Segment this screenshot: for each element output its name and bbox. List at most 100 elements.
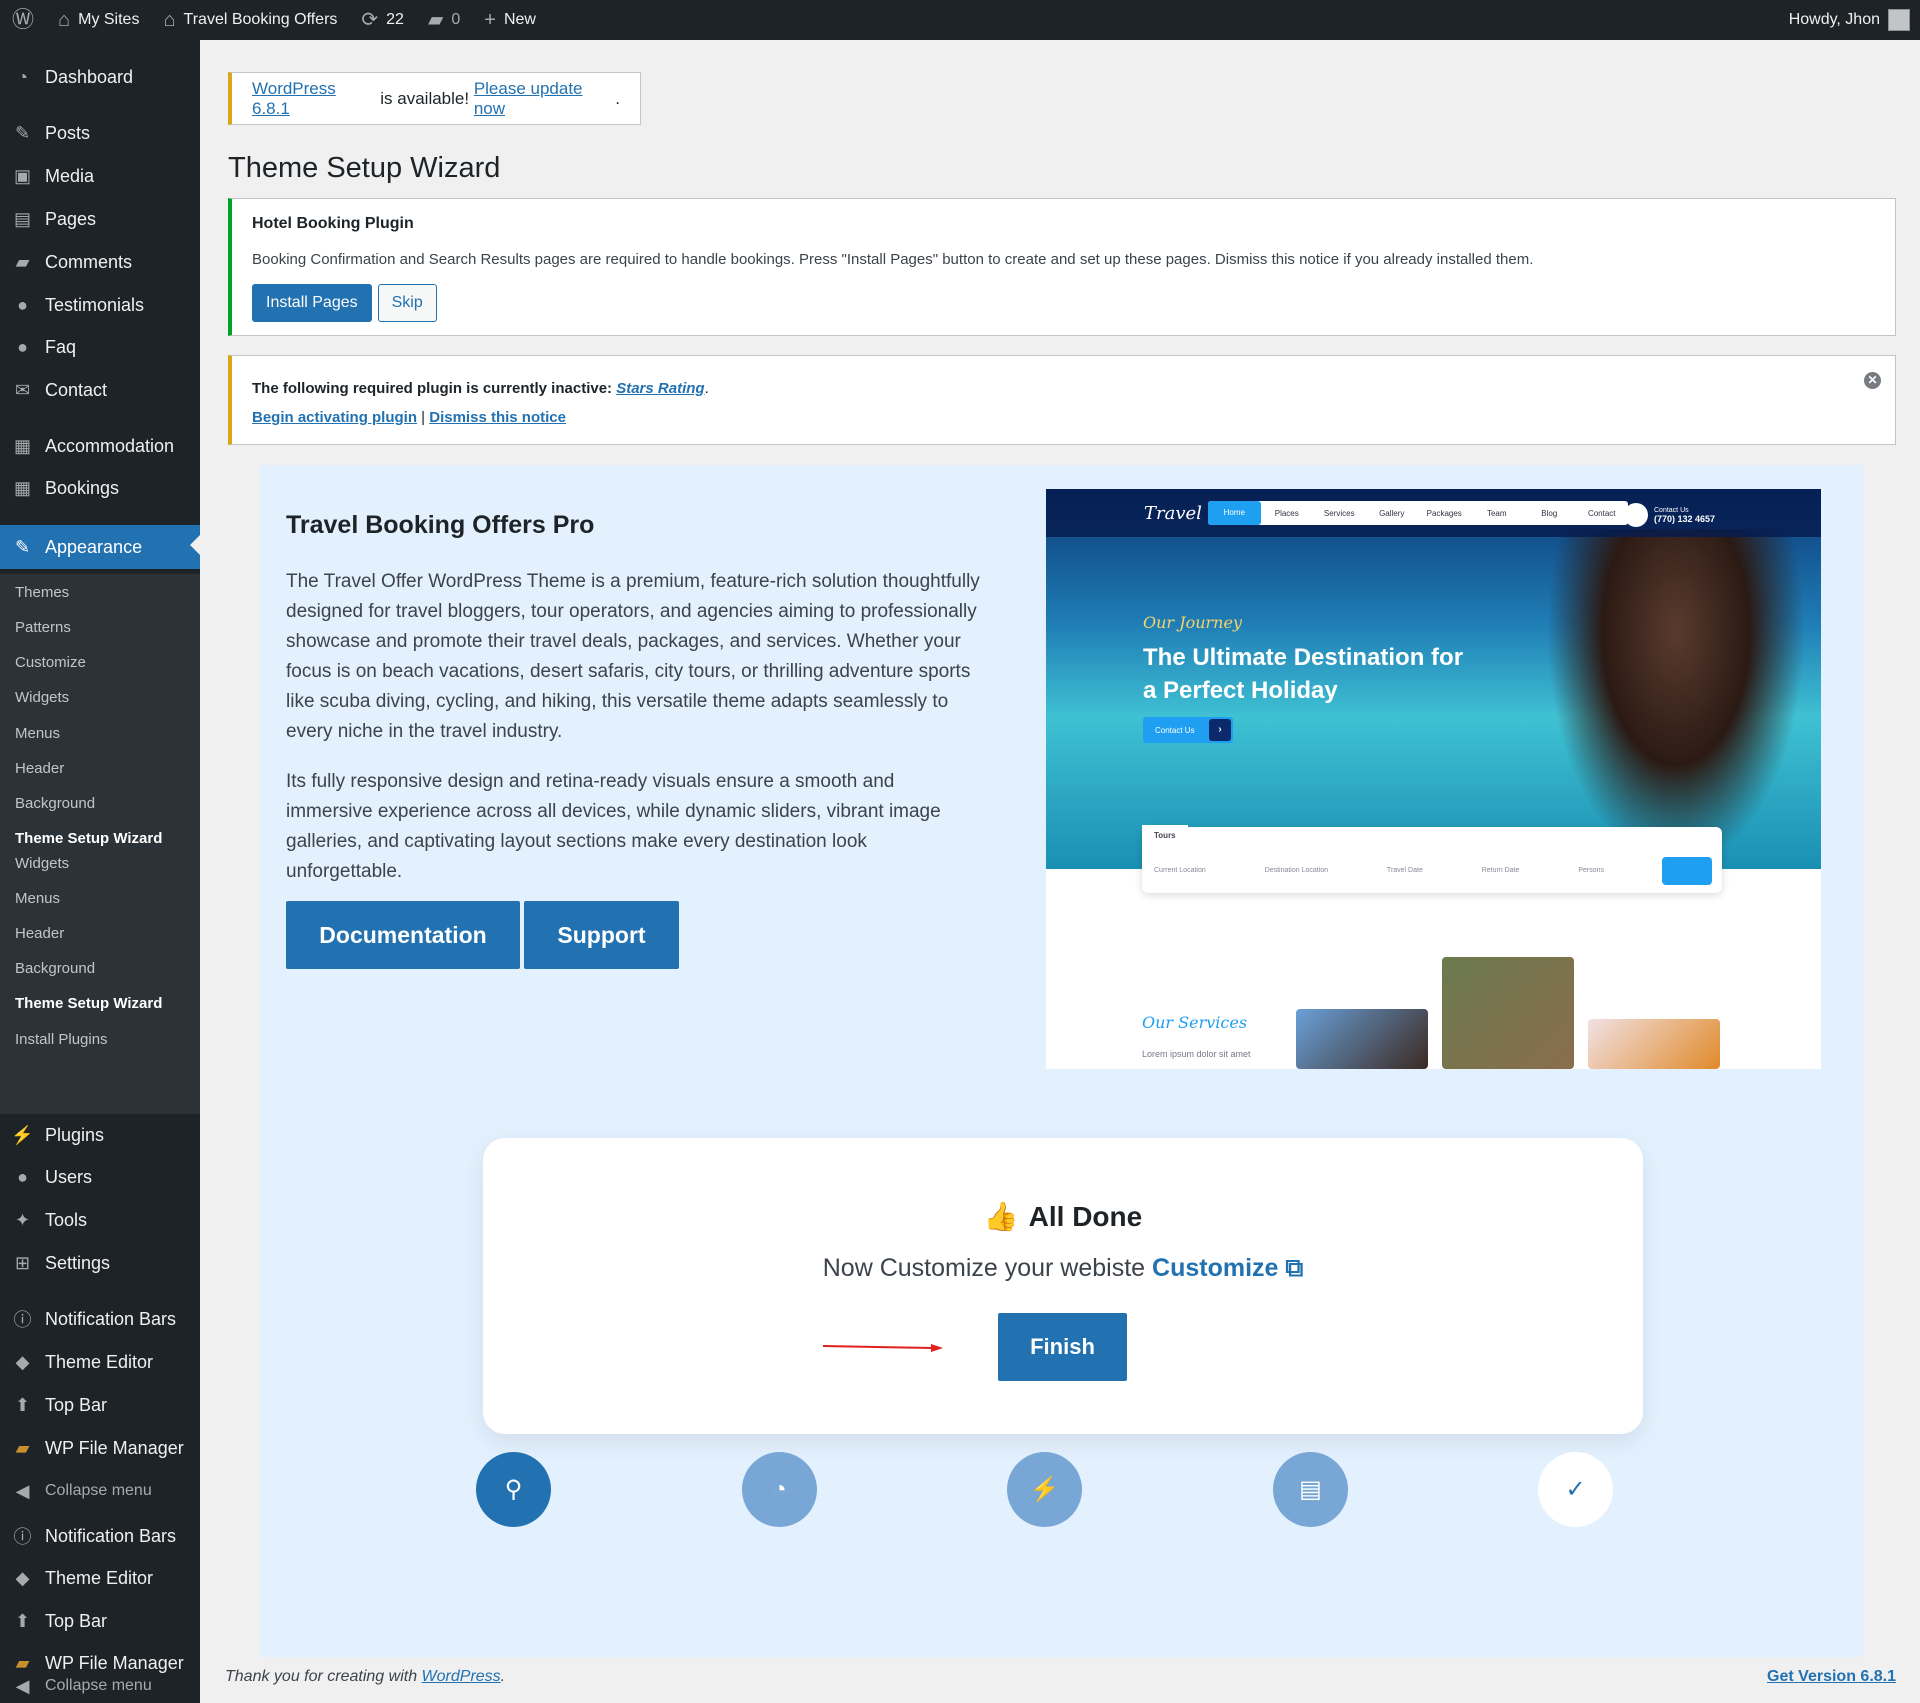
theme-description: The Travel Offer WordPress Theme is a pr… [286, 571, 980, 882]
submenu-background[interactable]: Background [15, 795, 95, 812]
submenu-themes[interactable]: Themes [15, 584, 69, 601]
preview-headline: The Ultimate Destination for a Perfect H… [1143, 644, 1464, 704]
submenu-menus[interactable]: Menus [15, 890, 60, 907]
sidebar-item-top-bar[interactable]: ⬆ Top Bar [0, 1385, 200, 1425]
sidebar-item-wp-file-manager[interactable]: ▰ WP File Manager [0, 1428, 200, 1468]
step-dashboard[interactable]: ◔ [742, 1452, 817, 1527]
sidebar-item-tools[interactable]: ✦ Tools [0, 1200, 200, 1240]
upload-icon: ⬆ [14, 1610, 31, 1631]
begin-activating-link[interactable]: Begin activating plugin [252, 409, 417, 426]
customize-link[interactable]: Customize ⧉ [1152, 1254, 1303, 1282]
submenu-theme-setup-wizard[interactable]: Theme Setup Wizard [15, 830, 162, 847]
upload-icon: ⬆ [14, 1394, 31, 1415]
site-name-menu[interactable]: ⌂ Travel Booking Offers [151, 0, 349, 40]
submenu-header[interactable]: Header [15, 760, 64, 777]
step-key[interactable]: ⚲ [476, 1452, 551, 1527]
sidebar-item-accommodation[interactable]: ▦ Accommodation [0, 426, 200, 466]
sidebar-item-appearance[interactable]: ✎ Appearance [0, 525, 200, 569]
key-icon: ⚲ [504, 1476, 523, 1503]
update-now-link[interactable]: Please update now [474, 79, 615, 119]
preview-phone: Contact Us (770) 132 4657 [1624, 503, 1715, 527]
gauge-icon: ◔ [772, 1475, 787, 1503]
wordpress-version-link[interactable]: WordPress 6.8.1 [252, 79, 376, 119]
preview-tabs: Tours Hotels Flights Cars [1142, 825, 1323, 846]
wizard-panel: Travel Booking Offers Pro The Travel Off… [260, 465, 1864, 1657]
plug-icon: ⚡ [1029, 1476, 1060, 1503]
stars-rating-link[interactable]: Stars Rating [616, 380, 704, 397]
wordpress-link[interactable]: WordPress [422, 1668, 501, 1685]
thumbs-up-icon: 👍 [983, 1201, 1019, 1232]
support-button[interactable]: Support [524, 901, 679, 969]
my-sites-menu[interactable]: ⌂ My Sites [46, 0, 151, 40]
preview-fields: Current Location Destination Location Tr… [1154, 867, 1604, 874]
install-pages-button[interactable]: Install Pages [252, 284, 372, 322]
sidebar-item-contact[interactable]: ✉ Contact [0, 370, 200, 410]
sidebar-item-testimonials[interactable]: ● Testimonials [0, 285, 200, 325]
page-title: Theme Setup Wizard [228, 152, 501, 184]
footer-thanks: Thank you for creating with WordPress. [225, 1668, 506, 1685]
submenu-menus[interactable]: Menus [15, 725, 60, 742]
plug-icon: ⚡ [11, 1124, 34, 1145]
submenu-widgets[interactable]: Widgets [15, 855, 69, 872]
skip-button[interactable]: Skip [377, 284, 437, 322]
submenu-widgets[interactable]: Widgets [15, 689, 69, 706]
wordpress-logo-icon[interactable]: Ⓦ [0, 0, 46, 40]
sidebar-item-settings[interactable]: ⊞ Settings [0, 1243, 200, 1283]
sidebar-item-notification-bars[interactable]: ⓘ Notification Bars [0, 1299, 200, 1339]
collapse-icon: ◀ [15, 1675, 30, 1696]
settings-icon: ⊞ [14, 1252, 31, 1273]
theme-title: Travel Booking Offers Pro [286, 511, 595, 539]
diamond-icon: ◆ [15, 1567, 30, 1588]
sidebar-item-posts[interactable]: ✎ Posts [0, 113, 200, 153]
notice-title: Hotel Booking Plugin [252, 215, 414, 232]
sidebar-item-plugins[interactable]: ⚡ Plugins [0, 1115, 200, 1155]
get-version-link[interactable]: Get Version 6.8.1 [1767, 1668, 1896, 1686]
brush-icon: ✎ [14, 536, 31, 557]
required-plugin-notice: The following required plugin is current… [228, 355, 1896, 445]
dismiss-notice-link[interactable]: Dismiss this notice [429, 409, 566, 426]
folder-icon: ▰ [15, 1437, 30, 1458]
preview-card-photo [1588, 1019, 1720, 1069]
user-icon: ● [17, 1166, 28, 1187]
step-layout[interactable]: ▤ [1273, 1452, 1348, 1527]
sidebar-item-bookings[interactable]: ▦ Bookings [0, 468, 200, 508]
preview-services: Our Services [1142, 1013, 1248, 1032]
new-content-menu[interactable]: + New [472, 0, 548, 40]
preview-journey: Our Journey [1143, 613, 1242, 632]
sidebar-item-top-bar[interactable]: ⬆ Top Bar [0, 1601, 200, 1641]
collapse-menu-button[interactable]: ◀ Collapse menu [0, 1471, 200, 1511]
sidebar-item-users[interactable]: ● Users [0, 1157, 200, 1197]
step-done[interactable]: ✓ [1538, 1452, 1613, 1527]
sidebar-item-theme-editor[interactable]: ◆ Theme Editor [0, 1558, 200, 1598]
step-plugins[interactable]: ⚡ [1007, 1452, 1082, 1527]
sidebar-item-dashboard[interactable]: ◔ Dashboard [0, 57, 200, 97]
account-menu[interactable]: Howdy, Jhon [1789, 9, 1920, 31]
preview-contact-button: Contact Us › [1143, 717, 1233, 743]
submenu-install-plugins[interactable]: Install Plugins [15, 1031, 108, 1048]
sidebar-item-notification-bars[interactable]: ⓘ Notification Bars [0, 1516, 200, 1556]
documentation-button[interactable]: Documentation [286, 901, 520, 969]
sidebar-item-pages[interactable]: ▤ Pages [0, 199, 200, 239]
submenu-theme-setup-wizard[interactable]: Theme Setup Wizard [15, 995, 162, 1012]
sidebar-item-theme-editor[interactable]: ◆ Theme Editor [0, 1342, 200, 1382]
collapse-menu-button[interactable]: ◀ Collapse menu [0, 1666, 200, 1703]
updates-menu[interactable]: ⟳ 22 [349, 0, 416, 40]
sidebar-item-media[interactable]: ▣ Media [0, 156, 200, 196]
finish-button[interactable]: Finish [998, 1313, 1127, 1381]
all-done-card: 👍 All Done Now Customize your webiste Cus… [483, 1138, 1643, 1434]
submenu-header[interactable]: Header [15, 925, 64, 942]
sidebar-item-faq[interactable]: ● Faq [0, 327, 200, 367]
mail-icon: ✉ [14, 379, 31, 400]
external-link-icon: ⧉ [1285, 1254, 1304, 1282]
red-arrow-annotation [823, 1344, 943, 1352]
sidebar-item-comments[interactable]: ▰ Comments [0, 242, 200, 282]
media-icon: ▣ [13, 165, 31, 186]
dismiss-icon[interactable]: ✕ [1864, 372, 1881, 389]
submenu-background[interactable]: Background [15, 960, 95, 977]
submenu-customize[interactable]: Customize [15, 654, 86, 671]
submenu-patterns[interactable]: Patterns [15, 619, 71, 636]
preview-card-photo [1442, 957, 1574, 1069]
avatar [1888, 9, 1910, 31]
user-icon: ● [17, 294, 28, 315]
comments-menu[interactable]: ▰ 0 [416, 0, 472, 40]
